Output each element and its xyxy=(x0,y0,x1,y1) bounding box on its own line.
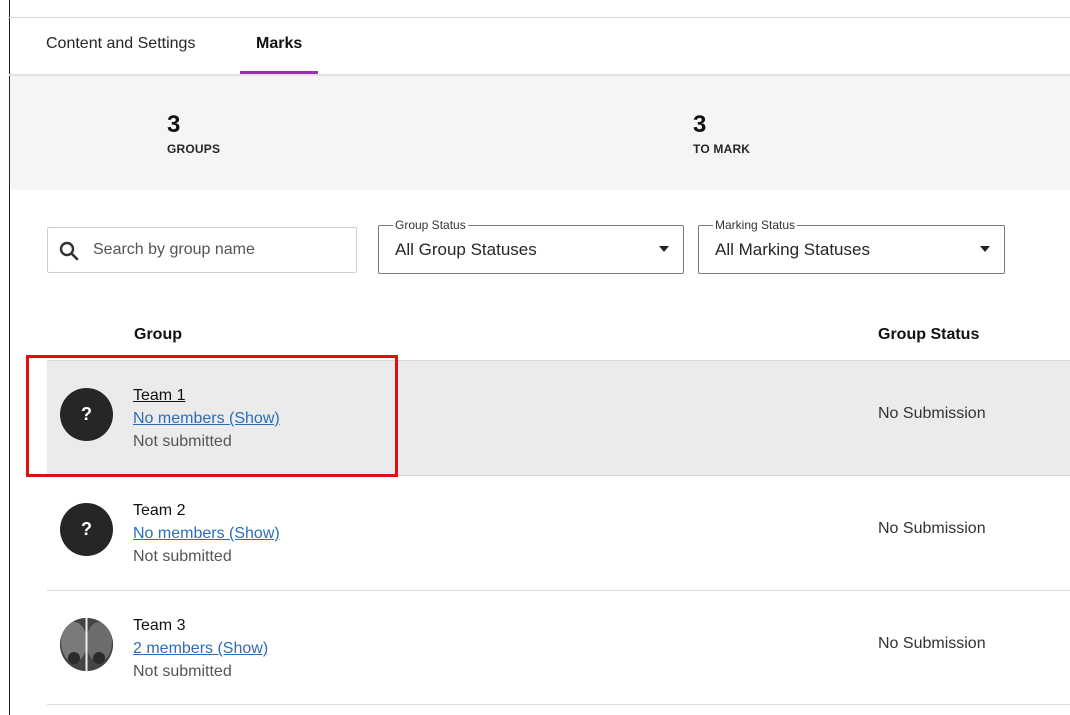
submission-status: Not submitted xyxy=(133,548,232,565)
avatar: ? xyxy=(60,503,113,556)
search-icon xyxy=(58,240,80,262)
submission-status: Not submitted xyxy=(133,433,232,450)
search-box[interactable] xyxy=(47,227,357,273)
chevron-down-icon xyxy=(980,246,990,252)
group-members-avatar-icon xyxy=(60,618,113,671)
table-row[interactable]: ? Team 1 No members (Show) Not submitted… xyxy=(47,360,1070,475)
tab-bar: Content and Settings Marks xyxy=(30,18,1070,75)
summary-panel: 3 GROUPS 3 TO MARK xyxy=(10,76,1070,190)
marking-status-select[interactable]: Marking Status All Marking Statuses xyxy=(698,217,1005,274)
submission-status: Not submitted xyxy=(133,663,232,680)
group-status-value: No Submission xyxy=(878,635,986,652)
avatar xyxy=(60,618,113,671)
group-status-select[interactable]: Group Status All Group Statuses xyxy=(378,217,684,274)
group-name-link[interactable]: Team 1 xyxy=(133,387,185,405)
marking-status-legend: Marking Status xyxy=(713,217,798,233)
to-mark-stat: 3 TO MARK xyxy=(693,111,751,157)
group-status-value: No Submission xyxy=(878,405,986,422)
group-status-legend: Group Status xyxy=(393,217,468,233)
tab-marks[interactable]: Marks xyxy=(240,18,319,75)
groups-count: 3 xyxy=(167,111,181,138)
table-row[interactable]: Team 3 2 members (Show) Not submitted No… xyxy=(47,590,1070,705)
to-mark-label: TO MARK xyxy=(693,142,751,156)
groups-label: GROUPS xyxy=(167,142,221,156)
members-show-link[interactable]: No members (Show) xyxy=(133,410,280,428)
group-status-value: All Group Statuses xyxy=(395,240,537,259)
tab-marks-label: Marks xyxy=(256,35,303,52)
table-row[interactable]: ? Team 2 No members (Show) Not submitted… xyxy=(47,475,1070,590)
tab-content-and-settings[interactable]: Content and Settings xyxy=(30,18,211,75)
group-name-link[interactable]: Team 3 xyxy=(133,617,185,635)
marking-status-value: All Marking Statuses xyxy=(715,240,870,259)
column-header-group-status: Group Status xyxy=(878,326,980,343)
chevron-down-icon xyxy=(659,246,669,252)
to-mark-count: 3 xyxy=(693,111,707,138)
groups-stat: 3 GROUPS xyxy=(167,111,221,157)
search-input[interactable] xyxy=(93,228,348,272)
members-show-link[interactable]: 2 members (Show) xyxy=(133,640,268,658)
group-status-value: No Submission xyxy=(878,520,986,537)
avatar: ? xyxy=(60,388,113,441)
group-name-link[interactable]: Team 2 xyxy=(133,502,185,520)
column-header-group: Group xyxy=(134,326,182,343)
members-show-link[interactable]: No members (Show) xyxy=(133,525,280,543)
